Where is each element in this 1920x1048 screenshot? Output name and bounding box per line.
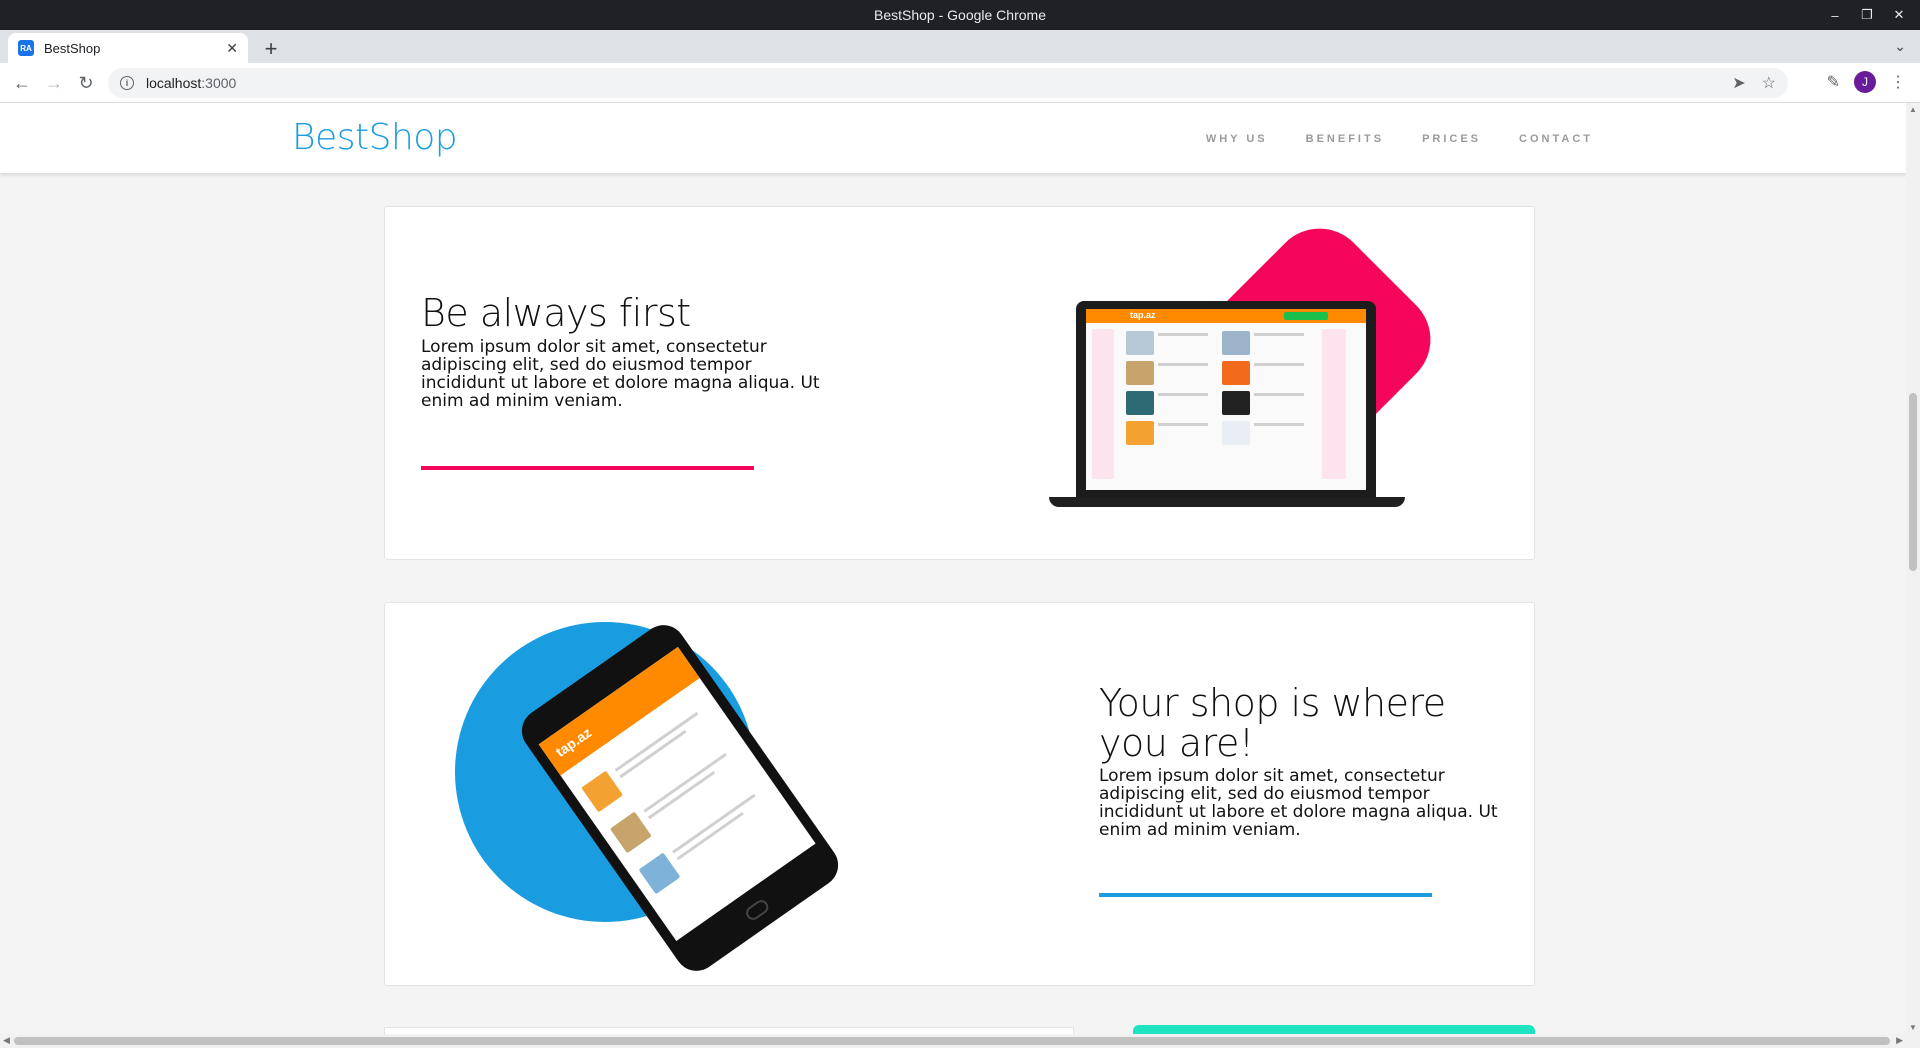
address-url[interactable]: localhost:3000 — [146, 75, 236, 91]
laptop-screen-logo: tap.az — [1130, 310, 1156, 320]
reload-icon[interactable]: ↻ — [74, 71, 98, 95]
close-icon[interactable]: ✕ — [1886, 4, 1912, 26]
browser-toolbar: ← → ↻ i localhost:3000 ➤ ☆ ✎ J ⋮ — [0, 63, 1920, 103]
next-card-left — [384, 1027, 1074, 1034]
minimize-icon[interactable]: – — [1822, 4, 1848, 26]
profile-avatar[interactable]: J — [1854, 71, 1876, 93]
scroll-left-icon[interactable]: ◀ — [3, 1035, 10, 1046]
address-bar[interactable]: i localhost:3000 ➤ ☆ — [108, 68, 1788, 98]
scroll-right-icon[interactable]: ▶ — [1896, 1035, 1903, 1046]
send-icon[interactable]: ➤ — [1732, 73, 1745, 93]
tab-search-icon[interactable]: ⌄ — [1894, 38, 1906, 55]
nav-contact[interactable]: CONTACT — [1519, 133, 1593, 145]
feature-title: Be always first — [421, 291, 691, 335]
feature-underline — [421, 466, 754, 470]
tab-strip: RA BestShop ✕ + ⌄ — [0, 30, 1920, 63]
site-info-icon[interactable]: i — [120, 76, 134, 90]
window-controls: – ❐ ✕ — [1822, 4, 1912, 26]
tab-bestshop[interactable]: RA BestShop ✕ — [8, 33, 248, 63]
horizontal-scrollbar[interactable]: ◀ ▶ — [0, 1034, 1920, 1048]
nav-prices[interactable]: PRICES — [1422, 133, 1481, 145]
feature-text: Lorem ipsum dolor sit amet, consectetur … — [1099, 766, 1498, 840]
favicon-icon: RA — [18, 40, 34, 56]
feature-card-mobile: tap.az Your shop is where you are! Lorem… — [384, 602, 1535, 986]
feature-underline — [1099, 893, 1432, 897]
page-viewport: BestShop WHY US BENEFITS PRICES CONTACT … — [0, 103, 1906, 1034]
site-logo[interactable]: BestShop — [292, 117, 458, 158]
next-card-right — [1133, 1025, 1535, 1034]
scroll-up-icon[interactable]: ▲ — [1909, 105, 1917, 114]
horizontal-scroll-thumb[interactable] — [14, 1037, 1890, 1045]
laptop-image: tap.az — [1049, 301, 1405, 507]
extensions-puzzle-icon[interactable]: ✎ — [1827, 72, 1840, 92]
feature-text: Lorem ipsum dolor sit amet, consectetur … — [421, 337, 820, 411]
site-nav: WHY US BENEFITS PRICES CONTACT — [1206, 133, 1593, 145]
nav-why-us[interactable]: WHY US — [1206, 133, 1268, 145]
restore-icon[interactable]: ❐ — [1854, 4, 1880, 26]
vertical-scrollbar[interactable]: ▲ ▼ — [1906, 103, 1920, 1034]
back-icon[interactable]: ← — [10, 71, 34, 95]
window-titlebar: BestShop - Google Chrome – ❐ ✕ — [0, 0, 1920, 30]
feature-title: Your shop is where you are! — [1099, 681, 1446, 765]
window-title: BestShop - Google Chrome — [874, 7, 1046, 23]
vertical-scroll-thumb[interactable] — [1909, 393, 1917, 571]
forward-icon[interactable]: → — [42, 71, 66, 95]
tab-close-icon[interactable]: ✕ — [226, 40, 238, 57]
scroll-down-icon[interactable]: ▼ — [1909, 1023, 1917, 1032]
nav-benefits[interactable]: BENEFITS — [1306, 133, 1384, 145]
new-tab-button[interactable]: + — [258, 36, 284, 62]
menu-kebab-icon[interactable]: ⋮ — [1890, 72, 1906, 92]
tab-title: BestShop — [44, 40, 101, 56]
bookmark-star-icon[interactable]: ☆ — [1762, 73, 1776, 93]
feature-card-first: Be always first Lorem ipsum dolor sit am… — [384, 206, 1535, 560]
site-header: BestShop WHY US BENEFITS PRICES CONTACT — [0, 103, 1906, 173]
